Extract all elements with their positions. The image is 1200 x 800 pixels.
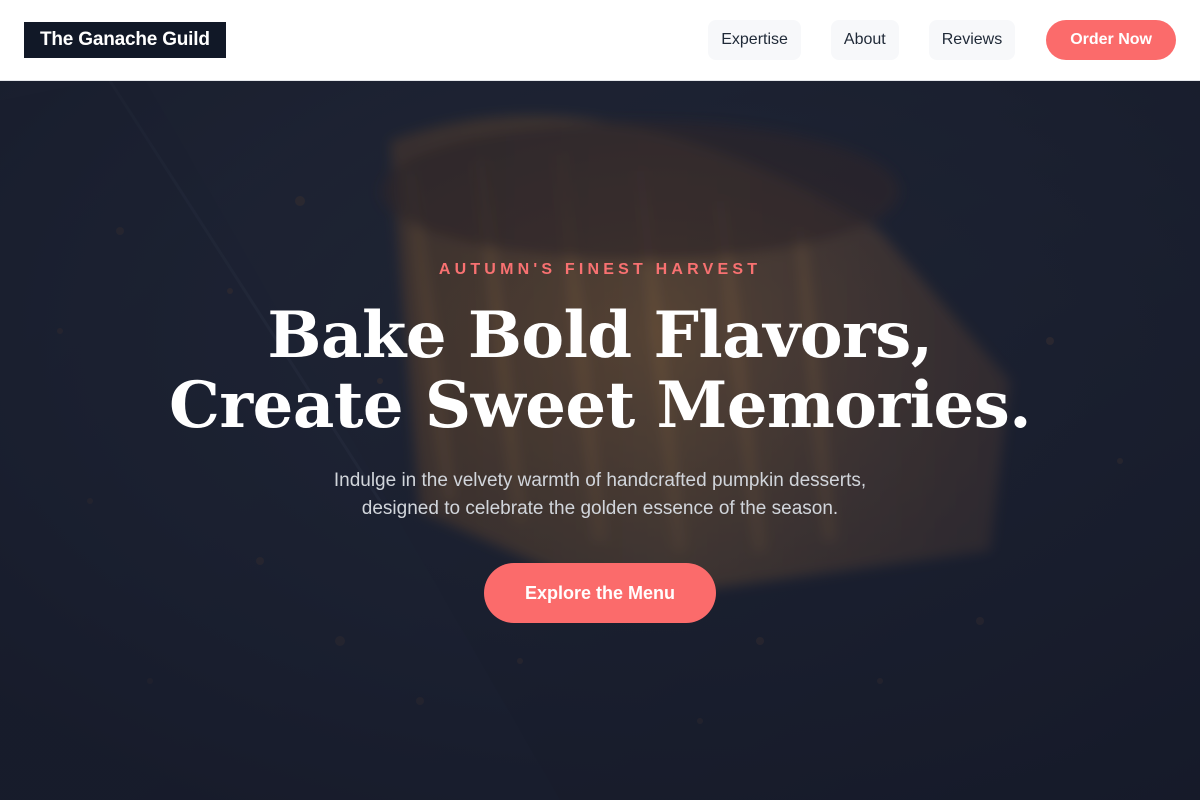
brand-logo[interactable]: The Ganache Guild [24, 22, 226, 58]
headline-line-1: Bake Bold Flavors, [267, 298, 933, 373]
hero-content: AUTUMN'S FINEST HARVEST Bake Bold Flavor… [0, 81, 1200, 800]
nav-link-expertise[interactable]: Expertise [708, 20, 801, 60]
headline-line-2: Create Sweet Memories. [168, 368, 1032, 443]
subtext-line-2: designed to celebrate the golden essence… [361, 498, 839, 519]
hero-eyebrow: AUTUMN'S FINEST HARVEST [438, 261, 762, 278]
hero-subtext: Indulge in the velvety warmth of handcra… [0, 467, 1200, 523]
order-now-button[interactable]: Order Now [1046, 20, 1176, 60]
site-header: The Ganache Guild Expertise About Review… [0, 0, 1200, 81]
main-nav: Expertise About Reviews Order Now [708, 20, 1176, 60]
hero-headline: Bake Bold Flavors, Create Sweet Memories… [0, 301, 1200, 441]
explore-menu-button[interactable]: Explore the Menu [484, 563, 716, 623]
hero-section: AUTUMN'S FINEST HARVEST Bake Bold Flavor… [0, 81, 1200, 800]
subtext-line-1: Indulge in the velvety warmth of handcra… [333, 470, 867, 491]
nav-link-reviews[interactable]: Reviews [928, 20, 1016, 60]
nav-link-about[interactable]: About [830, 20, 899, 60]
